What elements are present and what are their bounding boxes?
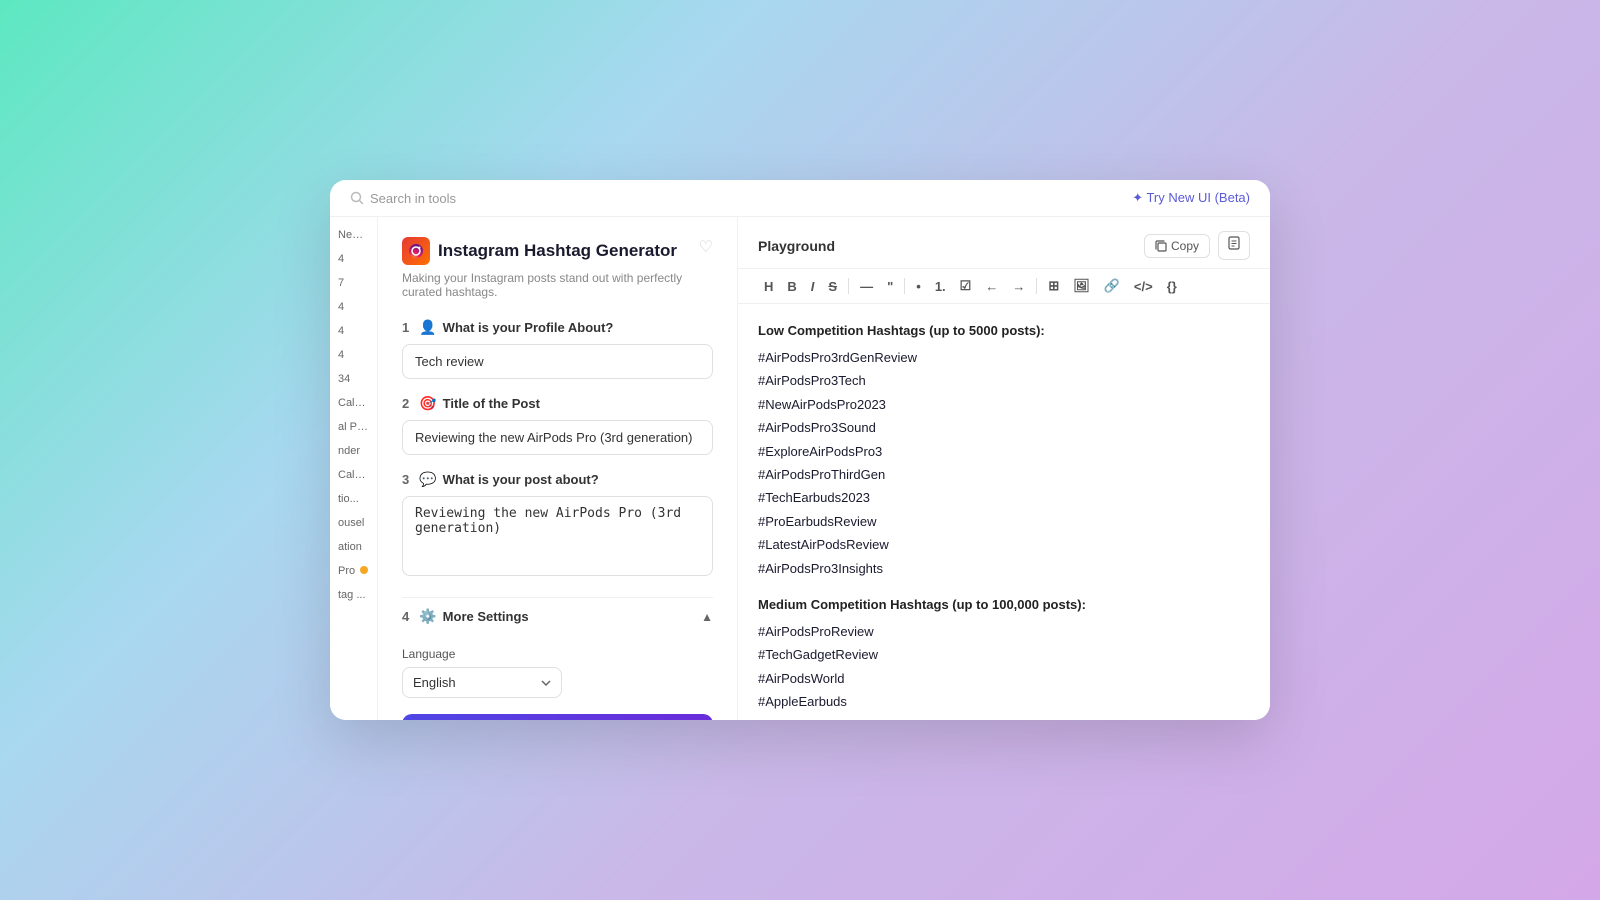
- list-item: #AirPodsWorld: [758, 667, 1250, 690]
- toolbar-strikethrough[interactable]: S: [822, 276, 843, 297]
- editor-toolbar: H B I S — " • 1. ☑ ← → ⊞ 🖼 🔗 </> {}: [738, 269, 1270, 304]
- playground-content: Low Competition Hashtags (up to 5000 pos…: [738, 304, 1270, 720]
- right-panel: Playground Copy: [738, 217, 1270, 720]
- more-settings-toggle[interactable]: 4 ⚙️ More Settings ▲: [402, 597, 713, 635]
- toolbar-checklist[interactable]: ☑: [954, 275, 978, 297]
- toolbar-ordered[interactable]: 1.: [929, 276, 952, 297]
- list-item: #ANCearbuds: [758, 714, 1250, 720]
- toolbar-divider-1: [848, 278, 849, 294]
- list-item: #AirPodsPro3Insights: [758, 557, 1250, 580]
- toolbar-indent-right[interactable]: →: [1006, 276, 1031, 297]
- sidebar-item-4a[interactable]: 4: [334, 249, 373, 269]
- sidebar-item-nder[interactable]: nder: [334, 441, 373, 461]
- left-panel: Instagram Hashtag Generator ♡ Making you…: [378, 217, 738, 720]
- toolbar-italic[interactable]: I: [805, 276, 821, 297]
- language-label: Language: [402, 647, 713, 661]
- medium-competition-title: Medium Competition Hashtags (up to 100,0…: [758, 594, 1250, 616]
- playground-actions: Copy: [1144, 231, 1250, 260]
- list-item: #NewAirPodsPro2023: [758, 393, 1250, 416]
- sidebar-item-34[interactable]: 34: [334, 369, 373, 389]
- doc-icon: [1227, 236, 1241, 250]
- toolbar-link[interactable]: 🔗: [1098, 275, 1126, 297]
- list-item: #AppleEarbuds: [758, 690, 1250, 713]
- create-content-button[interactable]: Create Content: [402, 714, 713, 720]
- modal-header: Search in tools ✦ Try New UI (Beta): [330, 180, 1270, 217]
- tool-icon: [402, 237, 430, 265]
- field-profile-section: 1 👤 What is your Profile About?: [402, 319, 713, 379]
- list-item: #AirPodsPro3rdGenReview: [758, 346, 1250, 369]
- search-icon: [350, 191, 364, 205]
- post-about-textarea[interactable]: Reviewing the new AirPods Pro (3rd gener…: [402, 496, 713, 576]
- search-placeholder: Search in tools: [370, 191, 456, 206]
- toolbar-quote[interactable]: ": [881, 276, 899, 297]
- sidebar-item-7[interactable]: 7: [334, 273, 373, 293]
- chevron-up-icon: ▲: [701, 610, 713, 624]
- sidebar-item-4c[interactable]: 4: [334, 321, 373, 341]
- list-item: #TechGadgetReview: [758, 643, 1250, 666]
- profile-input[interactable]: [402, 344, 713, 379]
- list-item: #TechEarbuds2023: [758, 486, 1250, 509]
- document-button[interactable]: [1218, 231, 1250, 260]
- field-title-label: 2 🎯 Title of the Post: [402, 395, 713, 412]
- toolbar-table[interactable]: ⊞: [1042, 275, 1065, 297]
- search-bar[interactable]: Search in tools: [350, 191, 456, 206]
- toolbar-divider-3: [1036, 278, 1037, 294]
- medium-competition-list: #AirPodsProReview #TechGadgetReview #Air…: [758, 620, 1250, 720]
- copy-icon: [1155, 240, 1167, 252]
- sidebar-item-calendar[interactable]: Calend...: [334, 393, 373, 413]
- field-about-section: 3 💬 What is your post about? Reviewing t…: [402, 471, 713, 581]
- toolbar-image[interactable]: 🖼: [1067, 275, 1096, 297]
- sidebar-item-pro[interactable]: Pro: [334, 561, 373, 581]
- toolbar-code[interactable]: </>: [1128, 276, 1159, 297]
- low-competition-title: Low Competition Hashtags (up to 5000 pos…: [758, 320, 1250, 342]
- toolbar-indent-left[interactable]: ←: [979, 276, 1004, 297]
- main-modal: Search in tools ✦ Try New UI (Beta) New …: [330, 180, 1270, 720]
- toolbar-bold[interactable]: B: [781, 276, 802, 297]
- toolbar-divider-2: [904, 278, 905, 294]
- tool-header: Instagram Hashtag Generator ♡: [402, 237, 713, 265]
- toolbar-h[interactable]: H: [758, 276, 779, 297]
- tool-title: Instagram Hashtag Generator: [438, 241, 677, 261]
- tool-title-wrap: Instagram Hashtag Generator: [402, 237, 677, 265]
- sidebar-item-ation[interactable]: ation: [334, 537, 373, 557]
- list-item: #AirPodsPro3Sound: [758, 416, 1250, 439]
- heart-icon[interactable]: ♡: [699, 237, 713, 257]
- low-competition-list: #AirPodsPro3rdGenReview #AirPodsPro3Tech…: [758, 346, 1250, 580]
- sidebar-item-calendar2[interactable]: Calendar: [334, 465, 373, 485]
- tool-subtitle: Making your Instagram posts stand out wi…: [402, 271, 713, 299]
- toolbar-bullet[interactable]: •: [910, 276, 927, 297]
- sidebar-item-ousel[interactable]: ousel: [334, 513, 373, 533]
- sidebar-item-al-post[interactable]: al Post: [334, 417, 373, 437]
- list-item: #ExploreAirPodsPro3: [758, 440, 1250, 463]
- sidebar-item-4d[interactable]: 4: [334, 345, 373, 365]
- sidebar-item-tag[interactable]: tag ...: [334, 585, 373, 605]
- list-item: #ProEarbudsReview: [758, 510, 1250, 533]
- field-profile-label: 1 👤 What is your Profile About?: [402, 319, 713, 336]
- sidebar-item-new-ui[interactable]: New UI: [334, 225, 373, 245]
- toolbar-codeblock[interactable]: {}: [1161, 276, 1183, 297]
- pro-badge: [360, 566, 368, 574]
- list-item: #LatestAirPodsReview: [758, 533, 1250, 556]
- toolbar-hr[interactable]: —: [854, 276, 879, 297]
- language-section: Language English Spanish French German I…: [402, 647, 713, 698]
- post-title-input[interactable]: [402, 420, 713, 455]
- playground-header: Playground Copy: [738, 217, 1270, 269]
- modal-body: New UI 4 7 4 4 4 34 Calend... al Post nd…: [330, 217, 1270, 720]
- copy-button[interactable]: Copy: [1144, 234, 1210, 258]
- sidebar-item-tio[interactable]: tio...: [334, 489, 373, 509]
- list-item: #AirPodsProReview: [758, 620, 1250, 643]
- try-new-ui-button[interactable]: ✦ Try New UI (Beta): [1132, 190, 1250, 206]
- language-select[interactable]: English Spanish French German Italian: [402, 667, 562, 698]
- list-item: #AirPodsPro3Tech: [758, 369, 1250, 392]
- field-title-section: 2 🎯 Title of the Post: [402, 395, 713, 455]
- sidebar-item-4b[interactable]: 4: [334, 297, 373, 317]
- sidebar: New UI 4 7 4 4 4 34 Calend... al Post nd…: [330, 217, 378, 720]
- field-about-label: 3 💬 What is your post about?: [402, 471, 713, 488]
- list-item: #AirPodsProThirdGen: [758, 463, 1250, 486]
- playground-title: Playground: [758, 238, 835, 254]
